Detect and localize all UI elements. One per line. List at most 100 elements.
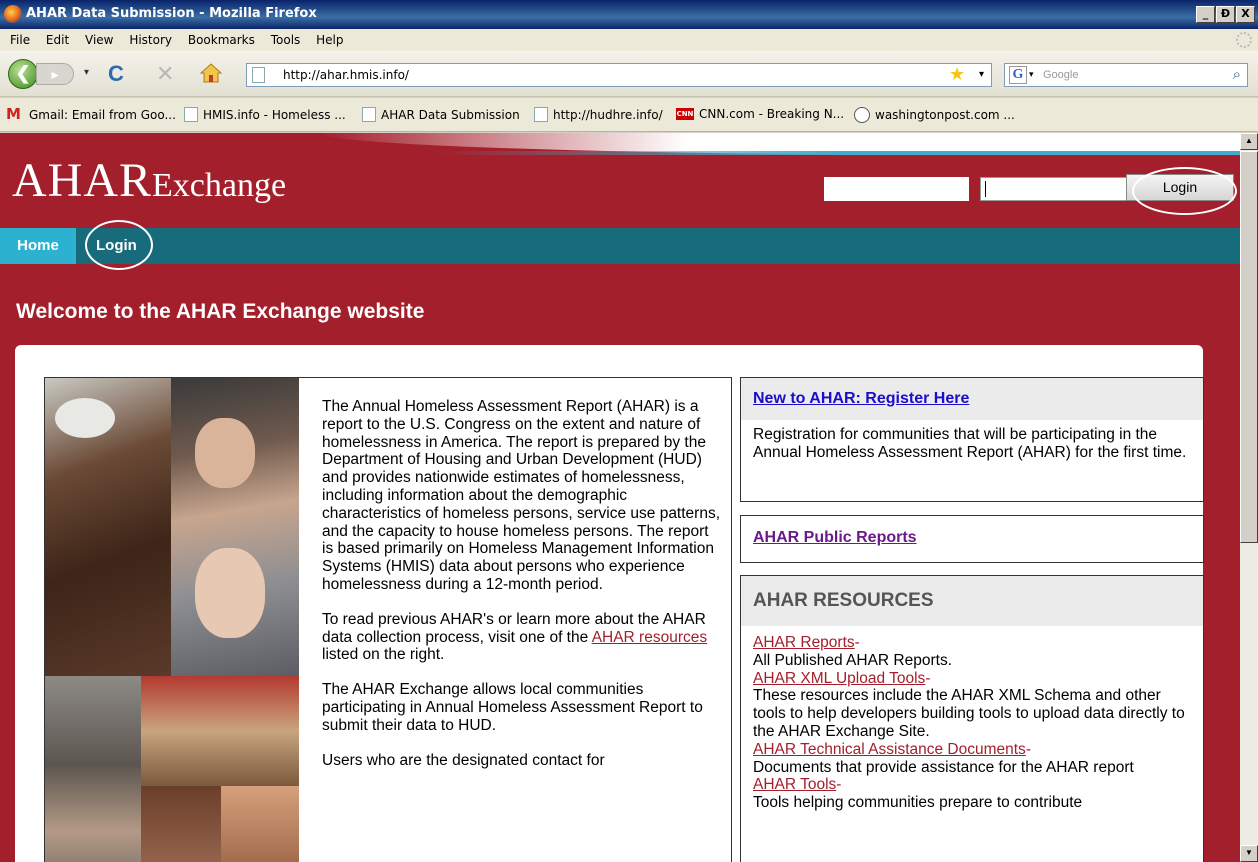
resources-title: AHAR RESOURCES <box>753 590 934 611</box>
scrollbar-thumb[interactable] <box>1240 151 1258 543</box>
stop-icon[interactable]: ✕ <box>156 61 174 87</box>
close-window-button[interactable]: X <box>1236 6 1255 23</box>
google-icon[interactable]: G <box>1009 66 1027 84</box>
reload-icon[interactable]: C <box>108 61 124 87</box>
bookmark-label: washingtonpost.com ... <box>875 108 1015 122</box>
resource-dash: - <box>854 634 860 651</box>
window-title: AHAR Data Submission - Mozilla Firefox <box>26 6 317 21</box>
page-icon <box>184 107 198 122</box>
resource-item: AHAR Tools- Tools helping communities pre… <box>753 776 1191 812</box>
menu-edit[interactable]: Edit <box>46 29 69 51</box>
firefox-icon <box>4 5 22 23</box>
bookmark-label: http://hudhre.info/ <box>553 107 663 122</box>
public-reports-link[interactable]: AHAR Public Reports <box>753 529 917 546</box>
resources-list: AHAR Reports- All Published AHAR Reports.… <box>741 626 1203 818</box>
resource-dash: - <box>836 776 842 794</box>
resource-link-tools[interactable]: AHAR Tools <box>753 776 836 793</box>
page-icon <box>362 107 376 122</box>
site-logo[interactable]: AHARExchange <box>12 153 286 208</box>
home-icon[interactable] <box>200 63 222 83</box>
password-input[interactable] <box>980 177 1128 201</box>
resource-link-technical-assistance[interactable]: AHAR Technical Assistance Documents <box>753 741 1026 758</box>
search-engine-dropdown-icon[interactable]: ▾ <box>1029 69 1034 80</box>
back-button[interactable]: ❮ <box>8 59 38 89</box>
washingtonpost-icon <box>854 107 870 123</box>
text-caret <box>985 181 986 197</box>
resource-item: AHAR Technical Assistance Documents- Docu… <box>753 741 1191 777</box>
intro-text-segment: listed on the right. <box>322 646 445 664</box>
maximize-button[interactable]: Ɖ <box>1216 6 1235 23</box>
nav-home[interactable]: Home <box>0 228 76 264</box>
logo-sub: Exchange <box>152 167 287 204</box>
intro-paragraph-4: Users who are the designated contact for <box>322 751 605 769</box>
bookmark-gmail[interactable]: M Gmail: Email from Goo... <box>6 107 176 122</box>
site-nav: Home Login <box>0 228 1240 264</box>
bookmark-washingtonpost[interactable]: washingtonpost.com ... <box>854 107 1015 123</box>
page-content: AHARExchange Login Home Login Welcome to… <box>0 133 1240 862</box>
resource-desc: All Published AHAR Reports. <box>753 651 953 669</box>
header-swoosh-accent <box>430 151 1240 155</box>
intro-paragraph-1: The Annual Homeless Assessment Report (A… <box>322 398 721 593</box>
bookmark-cnn[interactable]: CNN CNN.com - Breaking N... <box>676 107 844 121</box>
menu-bookmarks[interactable]: Bookmarks <box>188 29 255 51</box>
page-title: Welcome to the AHAR Exchange website <box>16 300 425 323</box>
resource-item: AHAR Reports- All Published AHAR Reports. <box>753 634 1191 670</box>
address-bar[interactable]: http://ahar.hmis.info/ ★ ▾ <box>246 63 992 87</box>
minimize-button[interactable]: _ <box>1196 6 1215 23</box>
register-box: New to AHAR: Register Here Registration … <box>740 377 1204 502</box>
page-icon <box>534 107 548 122</box>
intro-text: The Annual Homeless Assessment Report (A… <box>322 398 722 786</box>
search-icon[interactable]: ⌕ <box>1233 66 1241 83</box>
vertical-scrollbar[interactable]: ▲ ▼ <box>1240 133 1258 862</box>
homeless-people-photo-collage <box>45 378 299 862</box>
resources-box: AHAR RESOURCES AHAR Reports- All Publishe… <box>740 575 1204 862</box>
scroll-down-icon[interactable]: ▼ <box>1240 845 1258 862</box>
window-title-bar: AHAR Data Submission - Mozilla Firefox _… <box>0 0 1258 29</box>
bookmark-label: HMIS.info - Homeless ... <box>203 107 346 122</box>
menu-history[interactable]: History <box>129 29 172 51</box>
resource-link-xml-upload[interactable]: AHAR XML Upload Tools <box>753 670 925 687</box>
username-input[interactable] <box>824 177 969 201</box>
page-icon <box>252 67 265 83</box>
register-link[interactable]: New to AHAR: Register Here <box>753 390 969 407</box>
search-bar[interactable]: G ▾ Google ⌕ <box>1004 63 1248 87</box>
throbber-icon <box>1236 32 1252 48</box>
intro-paragraph-3: The AHAR Exchange allows local communiti… <box>322 681 703 734</box>
bookmark-star-icon[interactable]: ★ <box>949 64 965 85</box>
menu-tools[interactable]: Tools <box>271 29 301 51</box>
menu-bar: File Edit View History Bookmarks Tools H… <box>0 29 1258 51</box>
resource-dash: - <box>1025 740 1031 758</box>
bookmark-ahar[interactable]: AHAR Data Submission <box>362 107 520 122</box>
resource-desc: Documents that provide assistance for th… <box>753 758 1134 776</box>
resource-dash: - <box>925 669 931 687</box>
bookmark-hmis[interactable]: HMIS.info - Homeless ... <box>184 107 346 122</box>
logo-main: AHAR <box>12 154 153 207</box>
gmail-icon: M <box>6 105 21 123</box>
search-input[interactable]: Google <box>1043 69 1078 81</box>
menu-help[interactable]: Help <box>316 29 343 51</box>
annotation-circle-login-button <box>1132 167 1237 215</box>
menu-view[interactable]: View <box>85 29 113 51</box>
forward-button[interactable]: ▸ <box>36 63 74 85</box>
bookmark-label: CNN.com - Breaking N... <box>699 107 845 121</box>
scroll-up-icon[interactable]: ▲ <box>1240 133 1258 150</box>
ahar-resources-link[interactable]: AHAR resources <box>592 629 707 646</box>
resource-link-reports[interactable]: AHAR Reports <box>753 634 855 651</box>
bookmark-hudhre[interactable]: http://hudhre.info/ <box>534 107 663 122</box>
annotation-circle-nav-login <box>85 220 153 270</box>
public-reports-box: AHAR Public Reports <box>740 515 1204 563</box>
resource-desc: These resources include the AHAR XML Sch… <box>753 687 1185 740</box>
intro-paragraph-2: To read previous AHAR's or learn more ab… <box>322 611 722 664</box>
bookmark-label: Gmail: Email from Goo... <box>29 107 176 122</box>
register-description: Registration for communities that will b… <box>753 426 1187 461</box>
bookmark-label: AHAR Data Submission <box>381 107 520 122</box>
cnn-icon: CNN <box>676 108 694 120</box>
address-dropdown-icon[interactable]: ▾ <box>979 69 984 80</box>
navigation-toolbar: ❮ ▸ ▾ C ✕ http://ahar.hmis.info/ ★ ▾ G ▾… <box>0 51 1258 97</box>
bookmarks-bar: M Gmail: Email from Goo... HMIS.info - H… <box>0 98 1258 132</box>
address-url[interactable]: http://ahar.hmis.info/ <box>283 68 409 82</box>
resource-item: AHAR XML Upload Tools- These resources in… <box>753 670 1191 741</box>
menu-file[interactable]: File <box>10 29 30 51</box>
history-dropdown-icon[interactable]: ▾ <box>84 67 89 78</box>
resource-desc: Tools helping communities prepare to con… <box>753 794 1083 812</box>
